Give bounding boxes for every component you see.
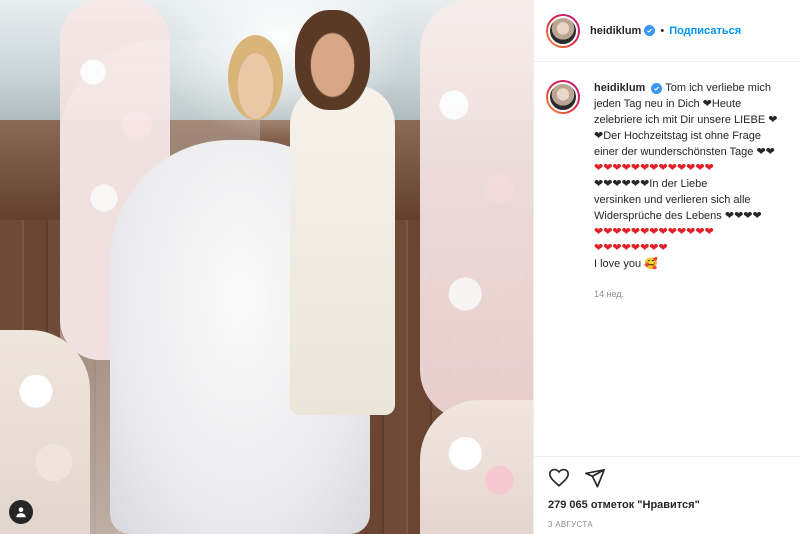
- post-header: heidiklum • Подписаться: [534, 0, 800, 62]
- caption-line-text: Tom ich verliebe mich: [665, 82, 772, 94]
- groom-suit: [290, 85, 395, 415]
- caption-line: heidiklum Tom ich verliebe mich: [594, 80, 799, 96]
- caption: heidiklum Tom ich verliebe mich jeden Ta…: [546, 80, 800, 302]
- verified-icon: [651, 83, 663, 94]
- flowers-bottom-right: [420, 400, 533, 534]
- caption-line: jeden Tag neu in Dich ❤Heute: [594, 98, 742, 110]
- follow-button[interactable]: Подписаться: [669, 25, 741, 37]
- caption-line: versinken und verlieren sich alle: [594, 194, 751, 206]
- caption-username[interactable]: heidiklum: [594, 82, 645, 94]
- heart-icon[interactable]: [548, 467, 570, 489]
- avatar[interactable]: [546, 13, 580, 48]
- flower-arch-right: [420, 0, 533, 420]
- share-icon[interactable]: [584, 467, 606, 489]
- actions-bar: 279 065 отметок "Нравится" 3 АВГУСТА: [534, 456, 800, 534]
- caption-line: ❤Der Hochzeitstag ist ohne Frage: [594, 130, 761, 142]
- caption-line: ❤❤❤❤❤❤❤❤❤❤❤❤❤: [594, 226, 714, 238]
- caption-line: I love you 🥰: [594, 258, 658, 270]
- caption-time[interactable]: 14 нед.: [594, 286, 799, 302]
- post-date[interactable]: 3 АВГУСТА: [548, 520, 593, 529]
- post-photo[interactable]: [0, 0, 533, 534]
- caption-line: ❤❤❤❤❤❤❤❤❤❤❤❤❤: [594, 162, 714, 174]
- likes-count[interactable]: 279 065 отметок "Нравится": [548, 499, 700, 511]
- bride-head: [228, 35, 283, 120]
- caption-line: einer der wunderschönsten Tage ❤❤: [594, 146, 775, 158]
- avatar-image: [548, 82, 578, 112]
- caption-line: zelebriere ich mit Dir unsere LIEBE ❤: [594, 114, 778, 126]
- caption-line: ❤❤❤❤❤❤❤❤: [594, 242, 668, 254]
- caption-text: heidiklum Tom ich verliebe mich jeden Ta…: [594, 80, 799, 302]
- action-icons: [548, 467, 606, 489]
- avatar-image: [548, 15, 578, 46]
- post-sidebar: heidiklum • Подписаться heidiklum Tom ic…: [533, 0, 800, 534]
- user-tag-icon[interactable]: [9, 500, 33, 524]
- groom-head: [295, 10, 370, 110]
- caption-line: Widersprüche des Lebens ❤❤❤❤: [594, 210, 762, 222]
- header-username[interactable]: heidiklum: [590, 25, 641, 37]
- caption-avatar[interactable]: [546, 80, 580, 114]
- verified-icon: [644, 25, 656, 36]
- caption-line: ❤❤❤❤❤❤In der Liebe: [594, 178, 708, 190]
- header-separator: •: [660, 24, 665, 37]
